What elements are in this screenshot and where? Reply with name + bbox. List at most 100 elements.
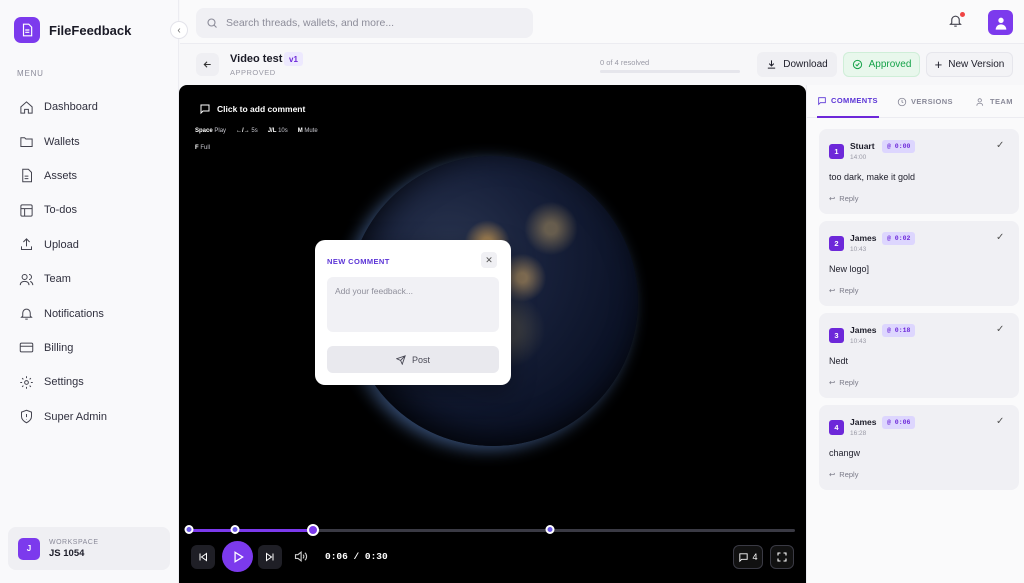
sidebar-item-todos[interactable]: To-dos <box>8 193 170 227</box>
new-version-button[interactable]: + New Version <box>926 52 1013 77</box>
new-version-label: New Version <box>948 59 1005 70</box>
comment-time: 16:28 <box>850 430 867 437</box>
comment-card[interactable]: 4 James @ 0:06 16:28 ✓ changw ↩ Reply <box>819 405 1019 490</box>
comments-toggle-button[interactable]: 4 <box>733 545 763 569</box>
users-icon <box>976 97 984 106</box>
comment-time: 14:00 <box>850 154 867 161</box>
sidebar-item-notifications[interactable]: Notifications <box>8 296 170 330</box>
shortcut-full: F Full <box>195 145 211 151</box>
file-icon <box>22 169 32 183</box>
approved-button[interactable]: Approved <box>843 52 920 77</box>
volume-button[interactable] <box>293 549 308 567</box>
close-icon: ✕ <box>485 254 493 265</box>
reply-button[interactable]: ↩ Reply <box>829 378 858 387</box>
sidebar-item-upload[interactable]: Upload <box>8 228 170 262</box>
tab-team[interactable]: TEAM <box>976 85 1013 118</box>
workspace-name: JS 1054 <box>49 547 85 559</box>
close-popup-button[interactable]: ✕ <box>481 252 497 268</box>
reply-button[interactable]: ↩ Reply <box>829 470 858 479</box>
comment-timestamp[interactable]: @ 0:00 <box>882 140 916 153</box>
comment-timestamp[interactable]: @ 0:18 <box>882 324 916 337</box>
comment-marker[interactable] <box>184 525 194 534</box>
comment-icon <box>200 104 210 115</box>
play-button[interactable] <box>222 541 253 572</box>
panel-tabs: COMMENTS VERSIONS TEAM <box>807 85 1024 118</box>
sidebar-item-billing[interactable]: Billing <box>8 331 170 365</box>
skip-back-button[interactable] <box>191 545 215 569</box>
sidebar-item-label: Assets <box>44 169 78 182</box>
sidebar-item-label: Super Admin <box>44 410 107 423</box>
volume-icon <box>294 550 308 563</box>
resolve-check-icon[interactable]: ✓ <box>996 324 1004 335</box>
comment-card[interactable]: 2 James @ 0:02 10:43 ✓ New logo] ↩ Reply <box>819 221 1019 306</box>
comment-author: James <box>850 233 877 243</box>
top-bar <box>180 0 1024 44</box>
resolve-check-icon[interactable]: ✓ <box>996 416 1004 427</box>
shortcut-mute: M Mute <box>297 128 318 134</box>
resolve-check-icon[interactable]: ✓ <box>996 232 1004 243</box>
folder-icon <box>20 137 33 148</box>
shortcut-jump: J/L 10s <box>267 128 288 134</box>
home-icon <box>20 100 33 114</box>
comment-marker[interactable] <box>230 525 240 534</box>
send-icon <box>395 354 406 365</box>
gear-icon <box>20 376 33 389</box>
fullscreen-button[interactable] <box>770 545 794 569</box>
comment-text: too dark, make it gold <box>829 172 916 182</box>
sidebar-item-assets[interactable]: Assets <box>8 159 170 193</box>
comment-icon <box>818 96 826 105</box>
chevron-left-icon: ‹ <box>177 24 181 36</box>
post-label: Post <box>411 354 430 365</box>
workspace-avatar: J <box>18 537 40 560</box>
comment-number: 4 <box>829 420 844 435</box>
keyboard-shortcuts: Space Play ←/→ 5s J/L 10s M Mute <box>195 128 318 134</box>
sidebar-item-label: Settings <box>44 376 84 389</box>
back-button[interactable] <box>196 53 219 76</box>
reply-icon: ↩ <box>829 286 836 295</box>
reply-icon: ↩ <box>829 470 836 479</box>
page-title: Video test <box>230 53 283 65</box>
resolve-check-icon[interactable]: ✓ <box>996 140 1004 151</box>
comment-author: Stuart <box>850 141 875 151</box>
fullscreen-icon <box>777 552 787 562</box>
plus-icon: + <box>934 57 943 72</box>
timeline-playhead[interactable] <box>306 524 319 536</box>
sidebar-item-label: Upload <box>44 238 79 251</box>
search-box[interactable] <box>196 8 533 38</box>
reply-button[interactable]: ↩ Reply <box>829 194 858 203</box>
sidebar-item-wallets[interactable]: Wallets <box>8 124 170 158</box>
comment-timestamp[interactable]: @ 0:06 <box>882 416 916 429</box>
credit-card-icon <box>19 343 34 353</box>
user-avatar[interactable] <box>988 10 1013 35</box>
comment-card[interactable]: 1 Stuart @ 0:00 14:00 ✓ too dark, make i… <box>819 129 1019 214</box>
comment-marker[interactable] <box>545 525 555 534</box>
skip-back-icon <box>199 552 207 562</box>
feedback-input[interactable] <box>327 277 499 332</box>
comment-card[interactable]: 3 James @ 0:18 10:43 ✓ Nedt ↩ Reply <box>819 313 1019 398</box>
sidebar-item-settings[interactable]: Settings <box>8 365 170 399</box>
comment-text: changw <box>829 448 861 458</box>
brand[interactable]: FileFeedback <box>14 17 131 43</box>
sidebar: FileFeedback MENU Dashboard Wallets Asse… <box>0 0 179 583</box>
sidebar-item-team[interactable]: Team <box>8 262 170 296</box>
skip-forward-button[interactable] <box>258 545 282 569</box>
download-button[interactable]: Download <box>757 52 837 77</box>
sidebar-item-label: Notifications <box>44 307 104 320</box>
comment-time: 10:43 <box>850 338 867 345</box>
shortcut-play: Space Play <box>195 128 227 134</box>
sidebar-item-dashboard[interactable]: Dashboard <box>8 90 170 124</box>
version-badge[interactable]: v1 <box>284 52 303 66</box>
add-comment-hint: Click to add comment <box>199 103 305 115</box>
sidebar-nav: Dashboard Wallets Assets To-dos Upload T… <box>8 90 170 434</box>
timeline-scrubber[interactable] <box>184 524 795 536</box>
workspace-switcher[interactable]: J WORKSPACE JS 1054 <box>8 527 170 570</box>
download-icon <box>768 60 776 69</box>
comment-timestamp[interactable]: @ 0:02 <box>882 232 916 245</box>
tab-comments[interactable]: COMMENTS <box>817 85 879 118</box>
search-input[interactable] <box>226 17 516 29</box>
tab-versions[interactable]: VERSIONS <box>897 85 953 118</box>
post-button[interactable]: Post <box>327 346 499 373</box>
reply-button[interactable]: ↩ Reply <box>829 286 858 295</box>
collapse-sidebar-button[interactable]: ‹ <box>170 21 188 39</box>
sidebar-item-super-admin[interactable]: Super Admin <box>8 400 170 434</box>
